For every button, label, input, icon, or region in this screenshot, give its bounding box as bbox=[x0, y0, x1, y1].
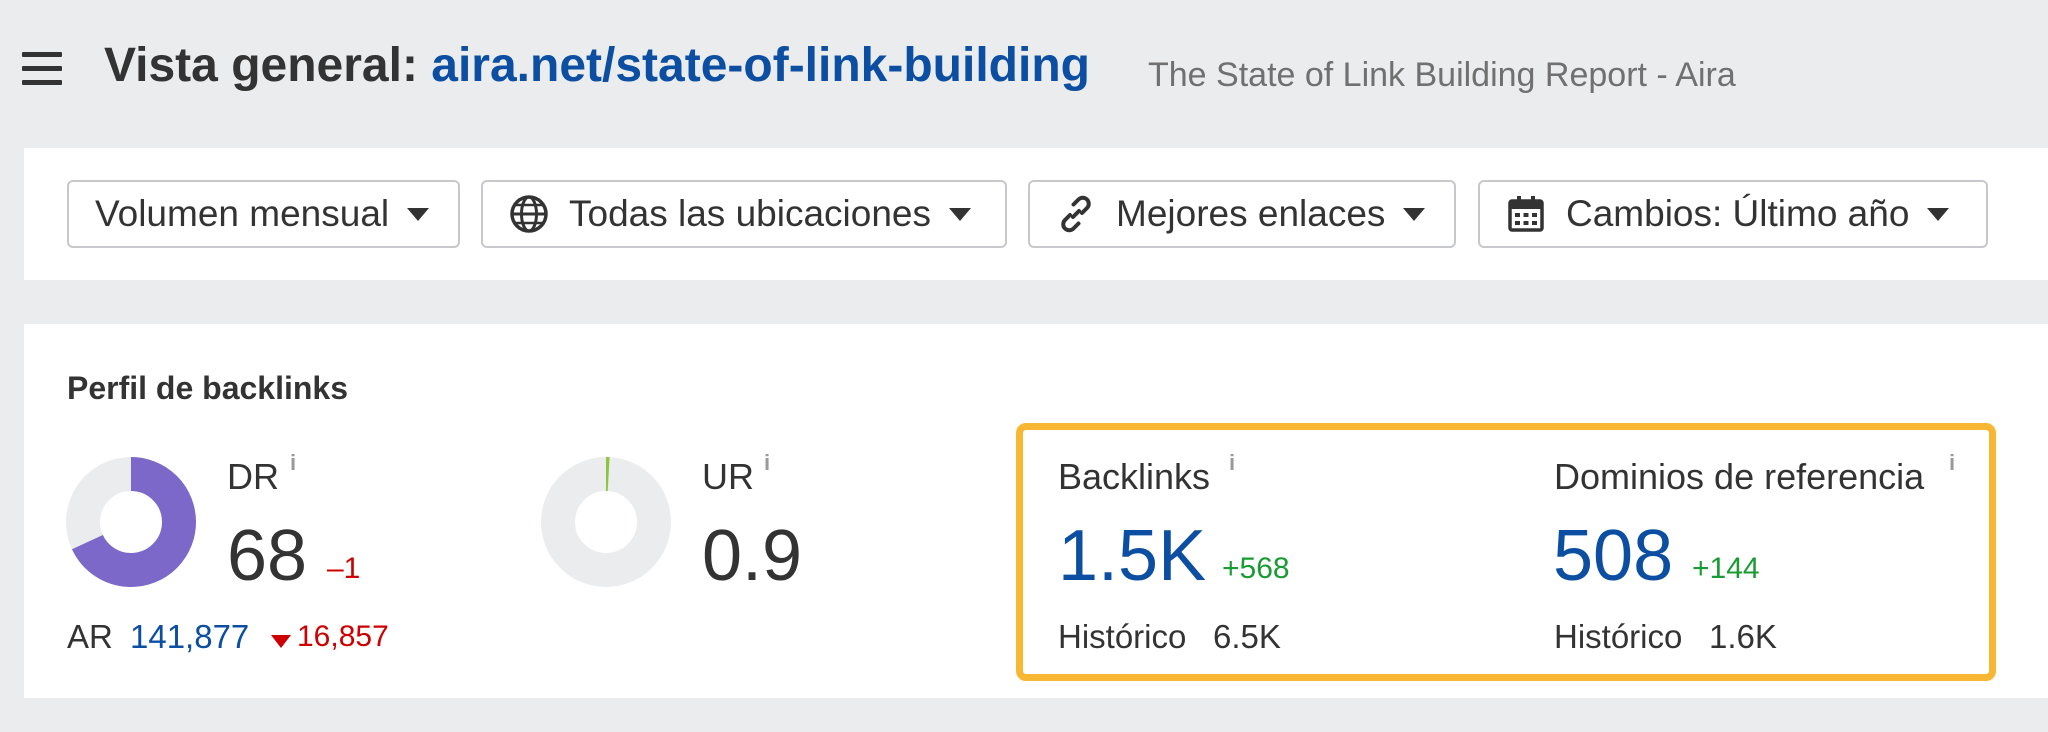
caret-down-icon bbox=[949, 207, 971, 221]
links-dropdown[interactable]: Mejores enlaces bbox=[1028, 180, 1456, 248]
ur-donut-chart bbox=[541, 457, 671, 587]
referring-domains-info-icon[interactable]: i bbox=[1949, 450, 1955, 476]
page-url-link[interactable]: aira.net/state-of-link-building bbox=[431, 39, 1090, 92]
caret-down-icon bbox=[1403, 207, 1426, 221]
referring-domains-delta: +144 bbox=[1692, 552, 1760, 585]
backlinks-delta: +568 bbox=[1222, 552, 1290, 585]
locations-dropdown[interactable]: Todas las ubicaciones bbox=[481, 180, 1007, 248]
dr-value: 68 bbox=[227, 516, 308, 596]
volume-dropdown-label: Volumen mensual bbox=[95, 193, 390, 234]
caret-down-icon bbox=[1927, 207, 1950, 221]
ur-label: UR bbox=[702, 456, 754, 497]
dr-label: DR bbox=[227, 456, 279, 497]
links-dropdown-label: Mejores enlaces bbox=[1116, 193, 1386, 234]
arrow-down-icon bbox=[271, 635, 291, 649]
referring-domains-historic-value: 1.6K bbox=[1709, 618, 1777, 655]
section-title: Perfil de backlinks bbox=[67, 370, 349, 406]
dr-delta: –1 bbox=[327, 552, 361, 585]
changes-dropdown[interactable]: Cambios: Último año bbox=[1478, 180, 1988, 248]
ar-label: AR bbox=[67, 618, 113, 655]
referring-domains-historic-label: Histórico bbox=[1554, 618, 1683, 655]
locations-dropdown-label: Todas las ubicaciones bbox=[569, 193, 931, 234]
backlinks-historic-value: 6.5K bbox=[1213, 618, 1281, 655]
dr-info-icon[interactable]: i bbox=[290, 450, 296, 476]
volume-dropdown[interactable]: Volumen mensual bbox=[67, 180, 460, 248]
globe-icon bbox=[510, 195, 548, 233]
ur-info-icon[interactable]: i bbox=[764, 450, 770, 476]
backlinks-value[interactable]: 1.5K bbox=[1058, 515, 1206, 597]
title-prefix: Vista general: bbox=[104, 39, 418, 92]
dr-donut-chart bbox=[66, 457, 196, 587]
referring-domains-label: Dominios de referencia bbox=[1554, 456, 1925, 497]
page-html-title: The State of Link Building Report - Aira bbox=[1148, 56, 1736, 94]
backlinks-info-icon[interactable]: i bbox=[1229, 450, 1235, 476]
backlinks-historic-label: Histórico bbox=[1058, 618, 1187, 655]
caret-down-icon bbox=[407, 207, 430, 221]
changes-dropdown-label: Cambios: Último año bbox=[1566, 193, 1910, 234]
link-icon bbox=[1061, 195, 1091, 233]
referring-domains-value[interactable]: 508 bbox=[1553, 515, 1673, 597]
ar-value[interactable]: 141,877 bbox=[130, 618, 249, 656]
ur-value: 0.9 bbox=[702, 516, 803, 596]
ar-delta: 16,857 bbox=[271, 620, 389, 654]
backlinks-label: Backlinks bbox=[1058, 456, 1211, 497]
page-title: Vista general: aira.net/state-of-link-bu… bbox=[104, 38, 1090, 93]
hamburger-menu-icon[interactable] bbox=[22, 52, 62, 86]
calendar-icon bbox=[1508, 196, 1544, 232]
